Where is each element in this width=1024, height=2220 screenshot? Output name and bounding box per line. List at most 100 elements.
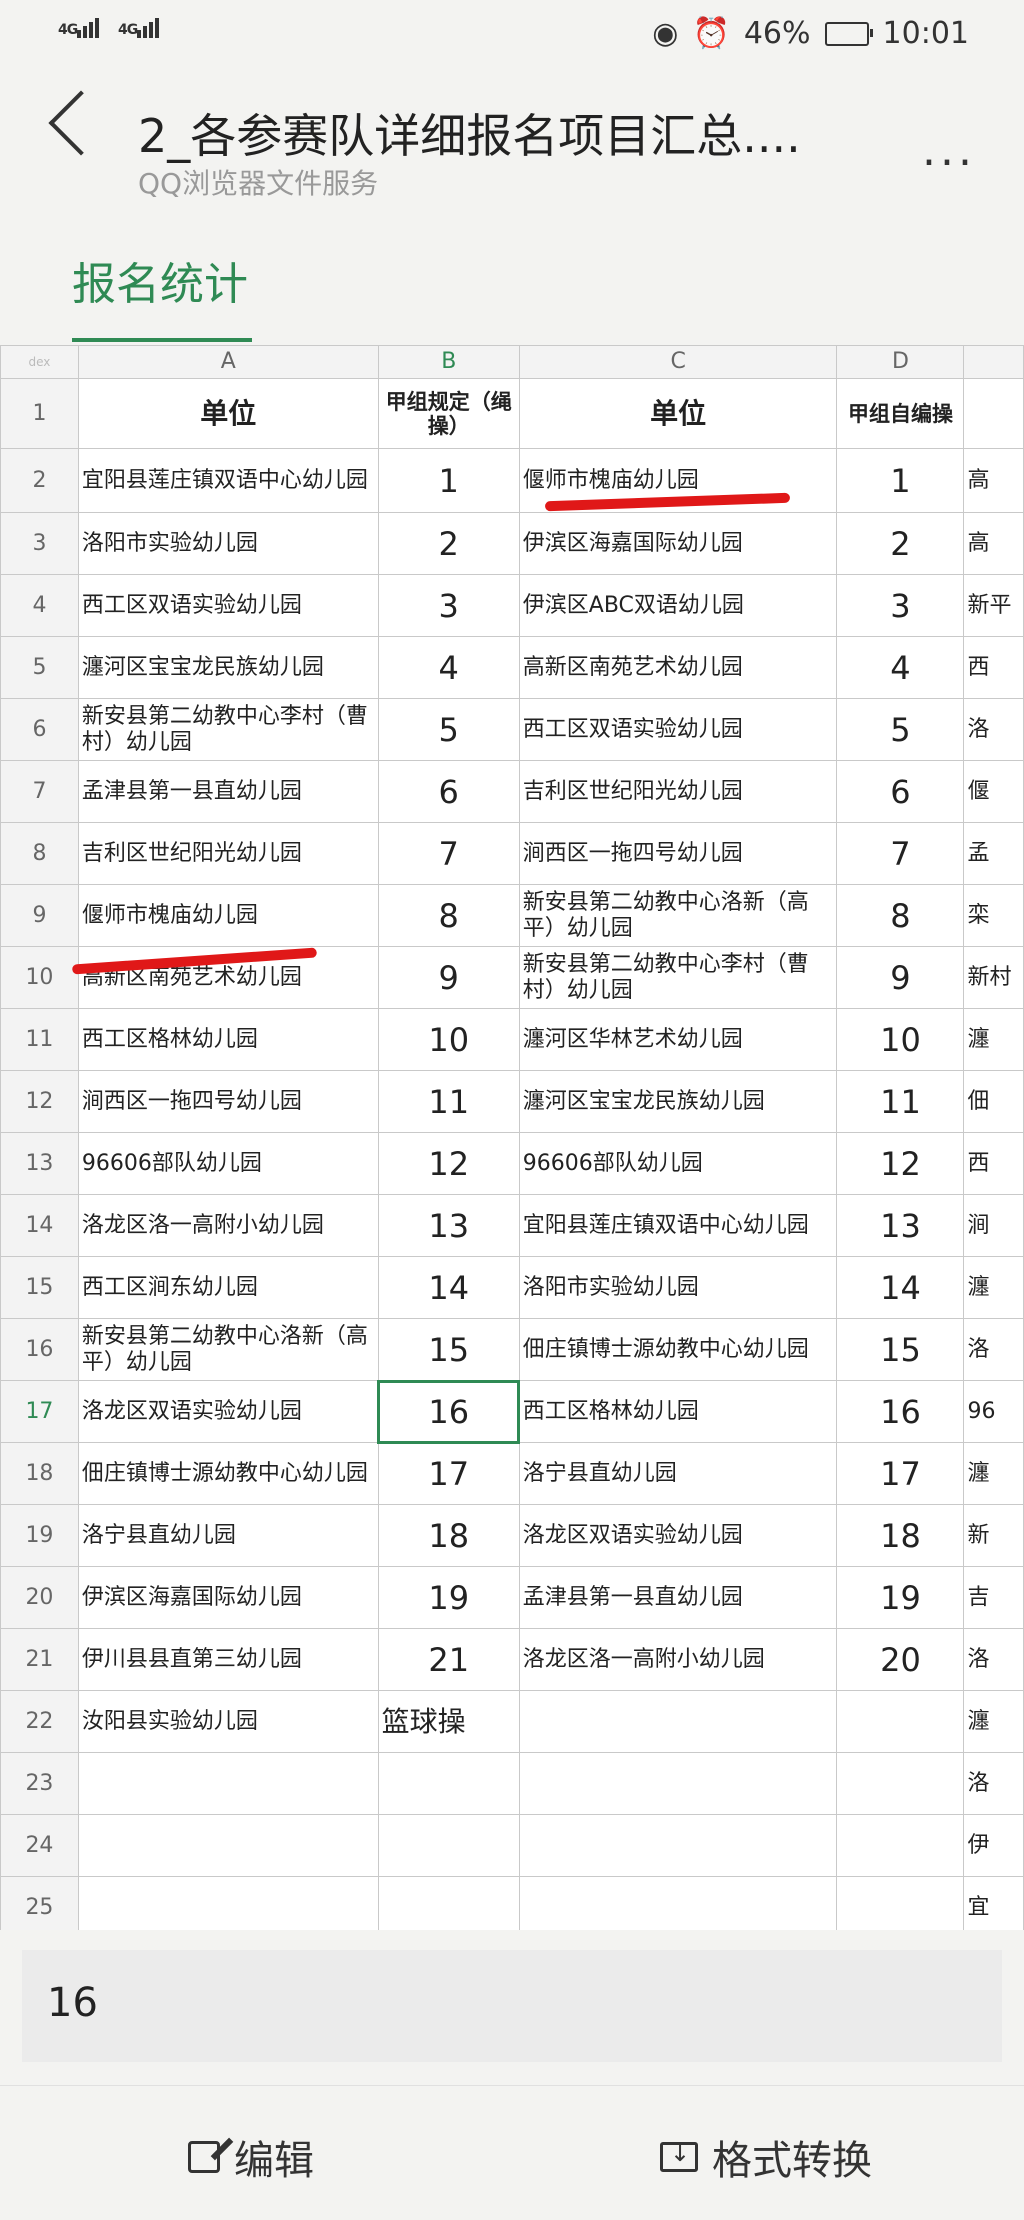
- header-cell-a[interactable]: 单位: [77, 378, 379, 449]
- cell-c[interactable]: 孟津县第一县直幼儿园: [518, 1566, 838, 1629]
- cell-b[interactable]: 1: [377, 448, 520, 513]
- cell-c[interactable]: 洛宁县直幼儿园: [518, 1442, 838, 1505]
- cell-c[interactable]: 伊滨区海嘉国际幼儿园: [518, 512, 838, 575]
- cell-e[interactable]: 西: [963, 1132, 1024, 1195]
- cell-d[interactable]: [836, 1876, 965, 1930]
- cell-d[interactable]: 19: [836, 1566, 965, 1629]
- cell-b[interactable]: 8: [377, 884, 520, 947]
- row-number[interactable]: 20: [0, 1566, 79, 1629]
- cell-e[interactable]: 高: [963, 512, 1024, 575]
- row-number[interactable]: 12: [0, 1070, 79, 1133]
- row-number[interactable]: 15: [0, 1256, 79, 1319]
- cell-b[interactable]: 15: [377, 1318, 520, 1381]
- cell-d[interactable]: 3: [836, 574, 965, 637]
- row-number[interactable]: 6: [0, 698, 79, 761]
- header-cell-d[interactable]: 甲组自编操: [836, 378, 965, 449]
- row-number[interactable]: 25: [0, 1876, 79, 1930]
- row-number[interactable]: 19: [0, 1504, 79, 1567]
- column-header-a[interactable]: A: [77, 345, 379, 379]
- cell-e[interactable]: 佃: [963, 1070, 1024, 1133]
- cell-d[interactable]: 7: [836, 822, 965, 885]
- cell-d[interactable]: [836, 1690, 965, 1753]
- cell-c[interactable]: [518, 1690, 838, 1753]
- cell-d[interactable]: 2: [836, 512, 965, 575]
- cell-a[interactable]: 新安县第二幼教中心洛新（高平）幼儿园: [77, 1318, 379, 1381]
- cell-a[interactable]: 宜阳县莲庄镇双语中心幼儿园: [77, 448, 379, 513]
- cell-b[interactable]: 5: [377, 698, 520, 761]
- row-number[interactable]: 7: [0, 760, 79, 823]
- cell-e[interactable]: 西: [963, 636, 1024, 699]
- cell-a[interactable]: 瀍河区宝宝龙民族幼儿园: [77, 636, 379, 699]
- cell-d[interactable]: 8: [836, 884, 965, 947]
- cell-d[interactable]: 14: [836, 1256, 965, 1319]
- cell-e[interactable]: 宜: [963, 1876, 1024, 1930]
- cell-a[interactable]: [77, 1752, 379, 1815]
- cell-c[interactable]: [518, 1814, 838, 1877]
- cell-c[interactable]: 瀍河区宝宝龙民族幼儿园: [518, 1070, 838, 1133]
- cell-a[interactable]: 西工区涧东幼儿园: [77, 1256, 379, 1319]
- cell-c[interactable]: 新安县第二幼教中心李村（曹村）幼儿园: [518, 946, 838, 1009]
- cell-b[interactable]: 19: [377, 1566, 520, 1629]
- row-number[interactable]: 18: [0, 1442, 79, 1505]
- cell-c[interactable]: 西工区格林幼儿园: [518, 1380, 838, 1443]
- cell-e[interactable]: 洛: [963, 1318, 1024, 1381]
- cell-e[interactable]: 栾: [963, 884, 1024, 947]
- cell-a[interactable]: 伊滨区海嘉国际幼儿园: [77, 1566, 379, 1629]
- cell-d[interactable]: 9: [836, 946, 965, 1009]
- cell-e[interactable]: 瀍: [963, 1690, 1024, 1753]
- cell-e[interactable]: 吉: [963, 1566, 1024, 1629]
- cell-e[interactable]: 洛: [963, 1628, 1024, 1691]
- cell-b[interactable]: 12: [377, 1132, 520, 1195]
- cell-d[interactable]: 13: [836, 1194, 965, 1257]
- cell-b[interactable]: 4: [377, 636, 520, 699]
- cell-a[interactable]: 96606部队幼儿园: [77, 1132, 379, 1195]
- cell-c[interactable]: 96606部队幼儿园: [518, 1132, 838, 1195]
- row-number[interactable]: 16: [0, 1318, 79, 1381]
- header-cell-b[interactable]: 甲组规定（绳操）: [377, 378, 520, 449]
- cell-c[interactable]: 宜阳县莲庄镇双语中心幼儿园: [518, 1194, 838, 1257]
- cell-e[interactable]: 新: [963, 1504, 1024, 1567]
- row-number[interactable]: 17: [0, 1380, 79, 1443]
- row-number[interactable]: 22: [0, 1690, 79, 1753]
- row-number[interactable]: 5: [0, 636, 79, 699]
- row-number[interactable]: 14: [0, 1194, 79, 1257]
- column-header-d[interactable]: D: [836, 345, 965, 379]
- cell-e[interactable]: 涧: [963, 1194, 1024, 1257]
- cell-e[interactable]: 瀍: [963, 1008, 1024, 1071]
- back-arrow-icon[interactable]: [48, 90, 114, 156]
- cell-a[interactable]: 偃师市槐庙幼儿园: [77, 884, 379, 947]
- cell-b[interactable]: 11: [377, 1070, 520, 1133]
- cell-c[interactable]: 洛龙区双语实验幼儿园: [518, 1504, 838, 1567]
- column-header-b[interactable]: B: [377, 345, 520, 379]
- format-convert-button[interactable]: 格式转换: [660, 2128, 872, 2186]
- row-number[interactable]: 24: [0, 1814, 79, 1877]
- cell-d[interactable]: 16: [836, 1380, 965, 1443]
- cell-a[interactable]: 洛宁县直幼儿园: [77, 1504, 379, 1567]
- column-header-e[interactable]: [963, 345, 1024, 379]
- cell-c[interactable]: 西工区双语实验幼儿园: [518, 698, 838, 761]
- cell-d[interactable]: 6: [836, 760, 965, 823]
- cell-a[interactable]: 伊川县县直第三幼儿园: [77, 1628, 379, 1691]
- header-cell-e[interactable]: [963, 378, 1024, 449]
- cell-b[interactable]: 7: [377, 822, 520, 885]
- cell-a[interactable]: 新安县第二幼教中心李村（曹村）幼儿园: [77, 698, 379, 761]
- row-number[interactable]: 21: [0, 1628, 79, 1691]
- cell-d[interactable]: 12: [836, 1132, 965, 1195]
- spreadsheet-grid[interactable]: dex A B C D 1 单位 甲组规定（绳操） 单位 甲组自编操 2 宜阳县莲…: [0, 345, 1024, 1930]
- cell-b[interactable]: [377, 1752, 520, 1815]
- cell-d[interactable]: 10: [836, 1008, 965, 1071]
- spreadsheet-table[interactable]: dex A B C D 1 单位 甲组规定（绳操） 单位 甲组自编操 2 宜阳县莲…: [0, 345, 1024, 1930]
- cell-a[interactable]: 孟津县第一县直幼儿园: [77, 760, 379, 823]
- cell-e[interactable]: 洛: [963, 1752, 1024, 1815]
- cell-d[interactable]: 4: [836, 636, 965, 699]
- cell-c[interactable]: [518, 1876, 838, 1930]
- cell-e[interactable]: 瀍: [963, 1256, 1024, 1319]
- cell-a[interactable]: 洛龙区双语实验幼儿园: [77, 1380, 379, 1443]
- cell-d[interactable]: 20: [836, 1628, 965, 1691]
- cell-b[interactable]: 10: [377, 1008, 520, 1071]
- cell-a[interactable]: 西工区格林幼儿园: [77, 1008, 379, 1071]
- row-number[interactable]: 9: [0, 884, 79, 947]
- cell-d[interactable]: 18: [836, 1504, 965, 1567]
- cell-c[interactable]: 吉利区世纪阳光幼儿园: [518, 760, 838, 823]
- header-cell-c[interactable]: 单位: [518, 378, 838, 449]
